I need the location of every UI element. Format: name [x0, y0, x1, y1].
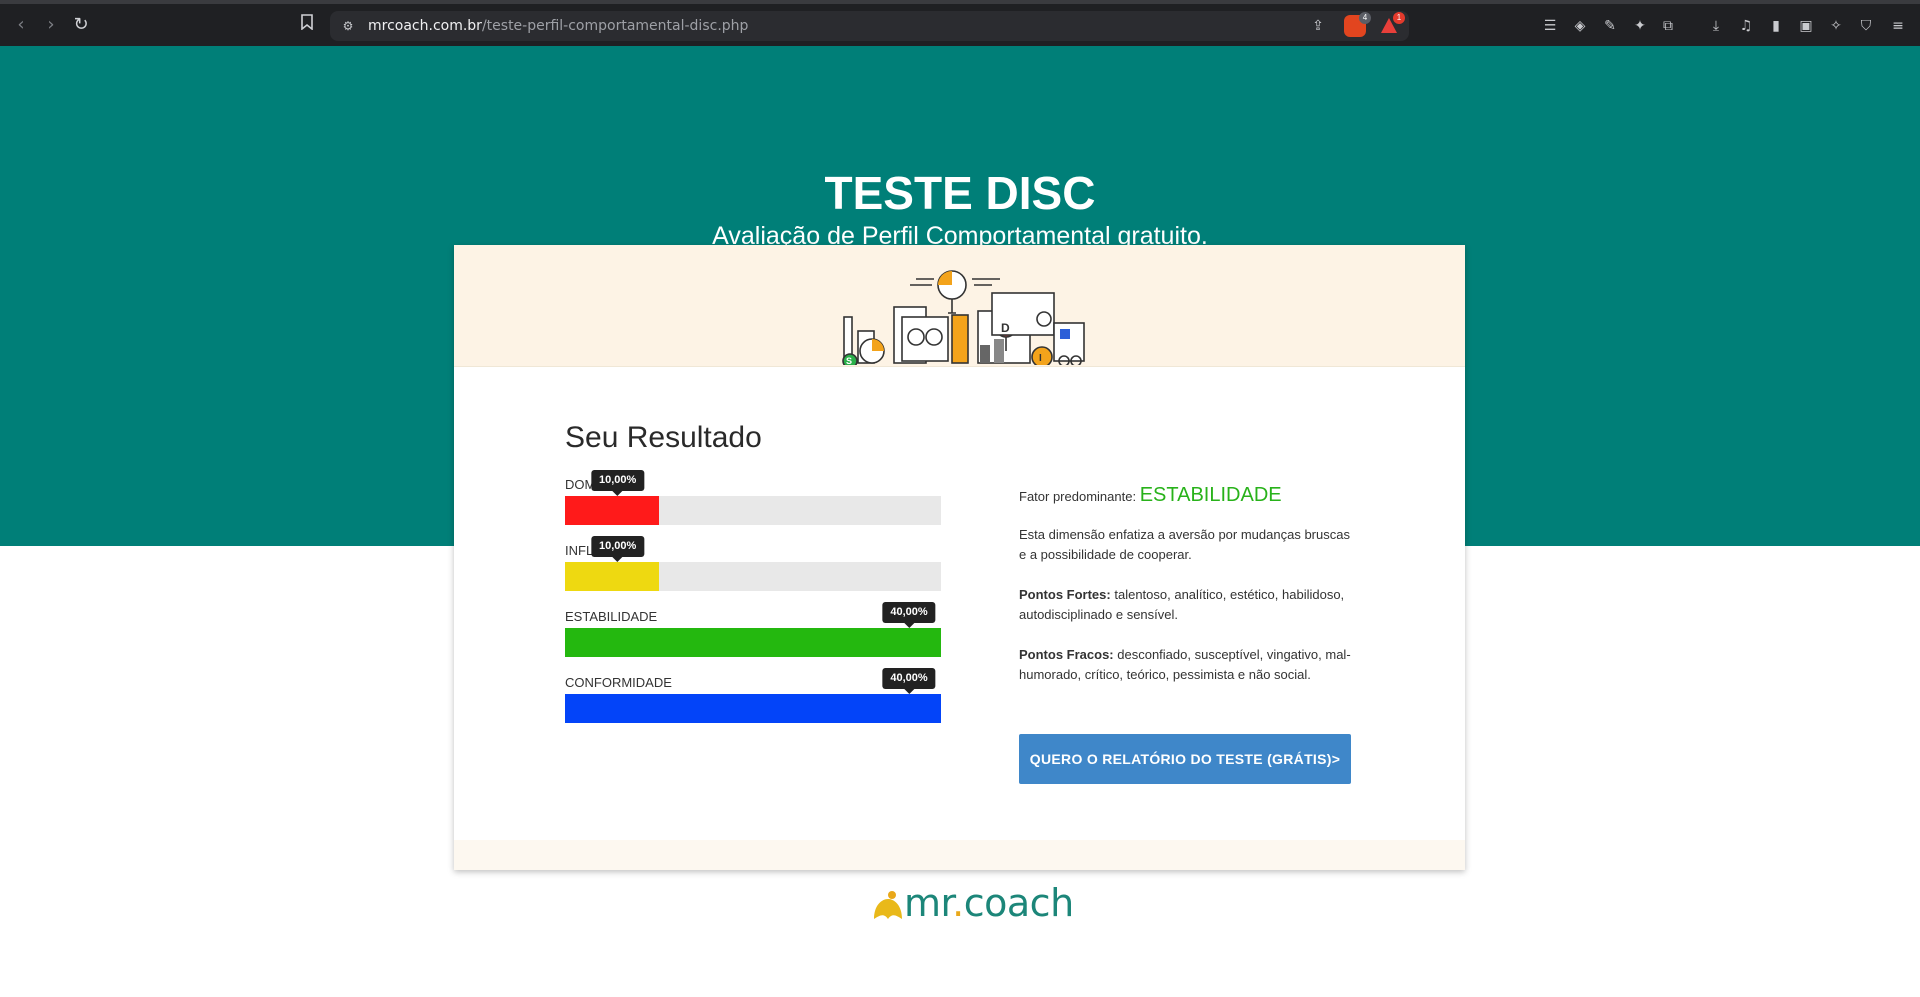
- factor-description: Esta dimensão enfatiza a aversão por mud…: [1019, 527, 1350, 562]
- menu-icon[interactable]: ≡: [1888, 16, 1908, 36]
- report-button[interactable]: QUERO O RELATÓRIO DO TESTE (GRÁTIS)>: [1019, 734, 1351, 784]
- download-icon[interactable]: ⤓: [1706, 16, 1726, 36]
- bar-value-tooltip: 10,00%: [590, 470, 645, 496]
- bar-label: ESTABILIDADE: [565, 609, 658, 624]
- url-path: /teste-perfil-comportamental-disc.php: [481, 18, 749, 34]
- bar-fill: [565, 694, 941, 723]
- alert-count: 1: [1393, 12, 1405, 24]
- back-icon[interactable]: ‹: [10, 14, 32, 36]
- tab-search-icon[interactable]: ⧉: [1658, 16, 1678, 36]
- reader-mode-icon[interactable]: ☰: [1540, 16, 1560, 36]
- url-host: mrcoach.com.br: [368, 18, 482, 34]
- weaknesses-text: Pontos Fracos: desconfiado, susceptível,…: [1019, 645, 1359, 685]
- media-icon[interactable]: ♫: [1736, 16, 1756, 36]
- bar-value-tooltip: 10,00%: [590, 536, 645, 562]
- extensions-icon[interactable]: ✦: [1630, 16, 1650, 36]
- site-info-icon[interactable]: ⚙: [338, 16, 358, 36]
- bar-label: CONFORMIDADE: [565, 675, 672, 690]
- share-icon[interactable]: ⇪: [1308, 16, 1328, 36]
- vpn-shield-icon[interactable]: ⛉: [1856, 16, 1876, 36]
- factor-value: ESTABILIDADE: [1139, 484, 1282, 506]
- logo-text: mr.coach: [904, 881, 1074, 925]
- strengths-text: Pontos Fortes: talentoso, analítico, est…: [1019, 585, 1359, 625]
- factor-label: Fator predominante:: [1019, 489, 1137, 504]
- bookmark-icon[interactable]: [296, 14, 318, 36]
- logo-text-mr: mr: [904, 881, 953, 925]
- weaknesses-label: Pontos Fracos:: [1019, 647, 1114, 662]
- card-footer: [454, 840, 1465, 870]
- bar-track: 40,00%: [565, 602, 941, 657]
- reload-icon[interactable]: ↻: [70, 14, 92, 36]
- svg-text:I: I: [1039, 353, 1042, 364]
- strengths-label: Pontos Fortes:: [1019, 587, 1111, 602]
- url-text[interactable]: mrcoach.com.br/teste-perfil-comportament…: [368, 11, 748, 41]
- bar-track: 10,00%: [565, 470, 941, 525]
- browser-toolbar: ‹ › ↻ ⚙ mrcoach.com.br/teste-perfil-comp…: [0, 0, 1920, 46]
- address-bar[interactable]: ⚙ mrcoach.com.br/teste-perfil-comportame…: [330, 11, 1409, 41]
- bar-fill: [565, 628, 941, 657]
- bar-value-tooltip: 40,00%: [882, 602, 936, 628]
- vpn-icon[interactable]: ◈: [1570, 16, 1590, 36]
- svg-text:D: D: [1001, 321, 1010, 335]
- sidebar-icon[interactable]: ▮: [1766, 16, 1786, 36]
- brave-rewards-icon[interactable]: 1: [1378, 12, 1405, 37]
- wallet-icon[interactable]: ▣: [1796, 16, 1816, 36]
- bar-fill: [565, 496, 659, 525]
- predominant-factor: Fator predominante: ESTABILIDADE: [1019, 485, 1359, 507]
- svg-text:S: S: [846, 356, 852, 365]
- bar-track: 10,00%: [565, 536, 941, 591]
- result-title: Seu Resultado: [565, 421, 762, 454]
- forward-icon[interactable]: ›: [40, 14, 62, 36]
- logo-text-coach: coach: [963, 881, 1074, 925]
- bar-fill: [565, 562, 659, 591]
- result-card: D I S Seu Resultado DOMI 10,00% INFLU 10,00…: [454, 245, 1465, 870]
- bar-value-tooltip: 40,00%: [882, 668, 936, 694]
- bar-track: 40,00%: [565, 668, 941, 723]
- logo-text-dot: .: [952, 881, 964, 925]
- eyedropper-icon[interactable]: ✎: [1600, 16, 1620, 36]
- shield-count: 4: [1359, 12, 1371, 24]
- page-title: TESTE DISC: [824, 167, 1096, 219]
- brave-shield-icon[interactable]: 4: [1344, 12, 1371, 37]
- logo-mark-icon: [874, 891, 902, 919]
- factor-description-block: Esta dimensão enfatiza a aversão por mud…: [1019, 525, 1359, 685]
- card-header: D I S: [454, 245, 1465, 367]
- disc-illustration: D I S: [842, 270, 1085, 365]
- leo-ai-icon[interactable]: ✧: [1826, 16, 1846, 36]
